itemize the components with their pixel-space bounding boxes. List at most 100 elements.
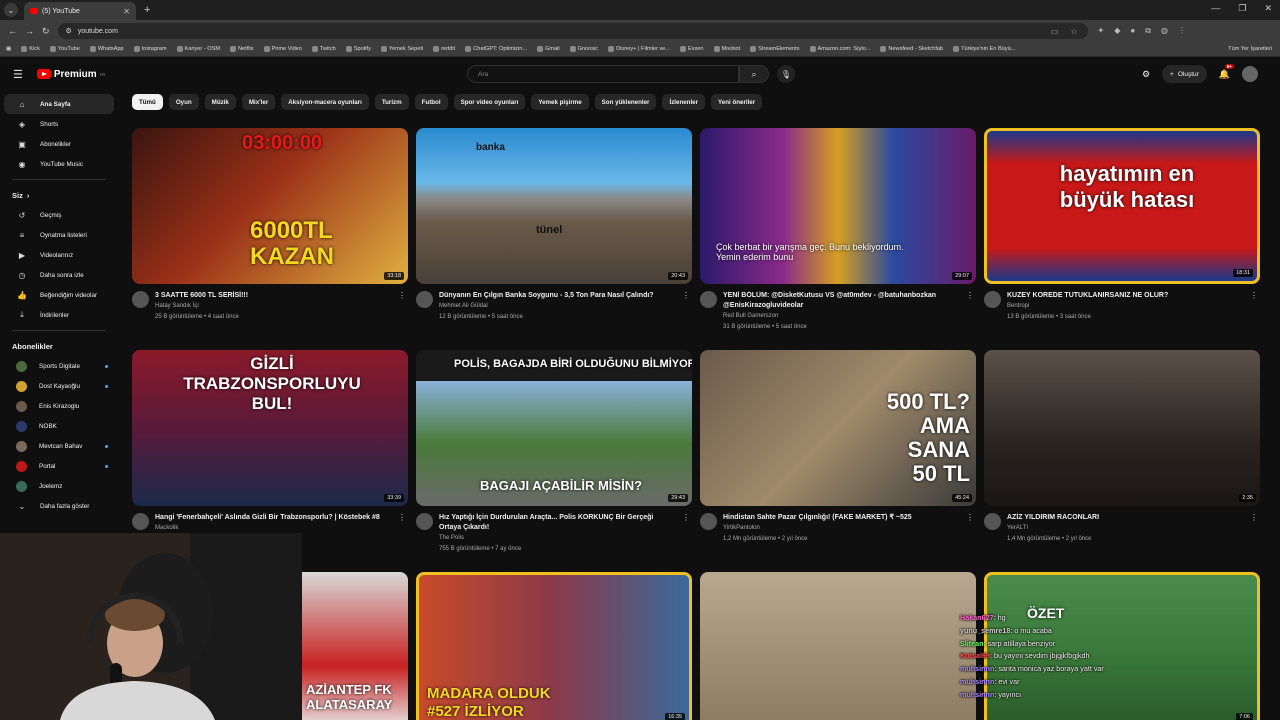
video-thumbnail[interactable] [700,572,976,720]
bookmark-item[interactable]: Gmail [536,46,560,52]
reload-icon[interactable]: ↻ [42,26,50,37]
new-tab-icon[interactable]: + [144,4,150,16]
video-card[interactable] [700,572,976,720]
extension-icon[interactable]: ◆ [1114,26,1120,36]
video-title[interactable]: Dünyanın En Çılgın Banka Soygunu - 3,5 T… [439,291,676,301]
omnibox[interactable]: ⚙ youtube.com ▭ ☆ [57,23,1088,39]
bookmark-item[interactable]: Amazon.com: Stylo... [809,46,870,52]
browser-menu-icon[interactable]: ⋮ [1178,26,1186,36]
apps-icon[interactable]: ▦ [6,46,11,52]
video-title[interactable]: YENİ BÖLÜM: @DisketKutusu VS @at0mdev - … [723,291,960,311]
channel-avatar[interactable] [416,513,433,530]
video-title[interactable]: AZİZ YILDIRIM RACONLARI [1007,513,1244,523]
cast-icon[interactable]: ⚙ [1142,69,1150,80]
subscription-item[interactable]: Dost Kayaoğlu [4,376,114,396]
sidebar-item[interactable]: ⤓ İndirilenler [4,305,114,325]
video-card[interactable]: GİZLİ TRABZONSPORLUYU BUL! 33:39 Hangi 'Fe… [132,350,408,534]
filter-chip[interactable]: Futbol [414,94,448,110]
video-thumbnail[interactable]: hayatımın en büyük hatası 18:31 [984,128,1260,284]
video-thumbnail[interactable]: 03:00:00 6000TL KAZAN 33:18 [132,128,408,284]
channel-avatar[interactable] [700,291,717,308]
video-card[interactable]: POLİS, BAGAJDA BİRİ OLDUĞUNU BİLMİYORDU B… [416,350,692,555]
sidebar-item[interactable]: ◉ YouTube Music [4,154,114,174]
maximize-icon[interactable]: ❐ [1238,3,1246,14]
bookmark-item[interactable]: Netflix [229,46,254,52]
you-section-heading[interactable]: Siz › [0,185,118,205]
minimize-icon[interactable]: — [1211,3,1220,14]
subscription-item[interactable]: Sports Digitale [4,356,114,376]
video-card[interactable]: 500 TL? AMA SANA 50 TL 45:24 Hindistan Sah… [700,350,976,545]
bookmark-item[interactable]: Yemek Sepeti [380,46,423,52]
filter-chip[interactable]: Son yüklenenler [594,94,657,110]
video-card[interactable]: MADARA OLDUK #527 İZLİYOR 16:35 [416,572,692,720]
filter-chip[interactable]: Aksiyon-macera oyunları [281,94,369,110]
bookmark-item[interactable]: YouTube [49,46,80,52]
video-card[interactable]: hayatımın en büyük hatası 18:31 KUZEY KORE… [984,128,1260,323]
filter-chip[interactable]: Turizm [374,94,409,110]
all-bookmarks[interactable]: Tüm Yer İşaretleri [1228,46,1272,52]
channel-avatar[interactable] [132,291,149,308]
channel-avatar[interactable] [984,291,1001,308]
filter-chip[interactable]: Yemek pişirme [531,94,589,110]
sidebar-item[interactable]: ≡ Oynatma listeleri [4,225,114,245]
video-thumbnail[interactable]: Çok berbat bir yarışma geç. Bunu bekliyo… [700,128,976,284]
subscription-item[interactable]: Enis Kirazoglu [4,396,114,416]
channel-name[interactable]: Hatay Sandık İçi [155,301,392,312]
video-thumbnail[interactable]: POLİS, BAGAJDA BİRİ OLDUĞUNU BİLMİYORDU B… [416,350,692,506]
video-thumbnail[interactable]: MADARA OLDUK #527 İZLİYOR 16:35 [416,572,692,720]
subscription-item[interactable]: Mevtcan Bahav [4,436,114,456]
video-title[interactable]: Hindistan Sahte Pazar Çılgınlığı! (FAKE … [723,513,960,523]
profile-icon[interactable]: ◍ [1161,26,1168,36]
more-options-icon[interactable]: ⋮ [1250,513,1260,545]
bookmark-item[interactable]: Türkiye'nin En Büyü... [953,46,1015,52]
more-options-icon[interactable]: ⋮ [682,291,692,323]
bookmark-item[interactable]: ChatGPT: Optimizin... [465,46,527,52]
more-options-icon[interactable]: ⋮ [398,291,408,323]
video-card[interactable]: banka tünel 20:43 Dünyanın En Çılgın Banka … [416,128,692,323]
subscription-item[interactable]: NOBK [4,416,114,436]
bookmark-item[interactable]: reddit [433,46,455,52]
back-icon[interactable]: ← [8,26,17,36]
forward-icon[interactable]: → [25,26,34,36]
bookmark-item[interactable]: Newsfeed - Sketchfab [880,46,943,52]
more-options-icon[interactable]: ⋮ [1250,291,1260,323]
channel-name[interactable]: YerALTI [1007,523,1244,534]
video-thumbnail[interactable]: 500 TL? AMA SANA 50 TL 45:24 [700,350,976,506]
filter-chip[interactable]: İzlenenler [662,94,706,110]
sidebar-item[interactable]: ↺ Geçmiş [4,205,114,225]
filter-chip[interactable]: Yeni öneriler [711,94,763,110]
filter-chip[interactable]: Oyun [168,94,199,110]
microphone-icon[interactable]: 🎙 [777,65,795,83]
bookmark-item[interactable]: Gnoosic [569,46,598,52]
menu-icon[interactable]: ☰ [13,68,23,81]
channel-name[interactable]: Red Bull Gamerszon [723,311,960,322]
channel-avatar[interactable] [984,513,1001,530]
bookmark-item[interactable]: Instagram [133,46,167,52]
filter-chip[interactable]: Tümü [132,94,163,110]
filter-chip[interactable]: Mix'ler [241,94,276,110]
video-title[interactable]: Hız Yaptığı İçin Durdurulan Araçta... Po… [439,513,676,533]
channel-name[interactable]: Bentropi [1007,301,1244,312]
channel-name[interactable]: Mehmet Ali Güldal [439,301,676,312]
bookmark-item[interactable]: Kick [21,46,40,52]
cast-icon[interactable]: ▭ [1051,27,1059,36]
sidebar-item[interactable]: ⌄ Daha fazla göster [4,496,114,516]
more-options-icon[interactable]: ⋮ [966,291,976,333]
sidebar-item[interactable]: ◷ Daha sonra izle [4,265,114,285]
sidebar-item[interactable]: ▶ Videolarınız [4,245,114,265]
channel-name[interactable]: YirtikPantolon [723,523,960,534]
close-window-icon[interactable]: ✕ [1264,3,1272,14]
youtube-logo[interactable]: Premium TR [36,69,105,80]
sidebar-item[interactable]: 👍 Beğendiğim videolar [4,285,114,305]
video-card[interactable]: 03:00:00 6000TL KAZAN 33:18 3 SAATTE 6000 T… [132,128,408,323]
bookmark-item[interactable]: Moobot [713,46,740,52]
video-title[interactable]: Hangi 'Fenerbahçeli' Aslında Gizli Bir T… [155,513,392,523]
tab-search-icon[interactable]: ⌄ [4,3,18,17]
sidebar-item[interactable]: ▣ Abonelikler [4,134,114,154]
sidebar-item[interactable]: ◈ Shorts [4,114,114,134]
channel-avatar[interactable] [132,513,149,530]
bookmark-item[interactable]: Kariyer - OSM [176,46,220,52]
bookmark-item[interactable]: WhatsApp [89,46,124,52]
subscription-item[interactable]: Portal [4,456,114,476]
more-options-icon[interactable]: ⋮ [398,513,408,534]
